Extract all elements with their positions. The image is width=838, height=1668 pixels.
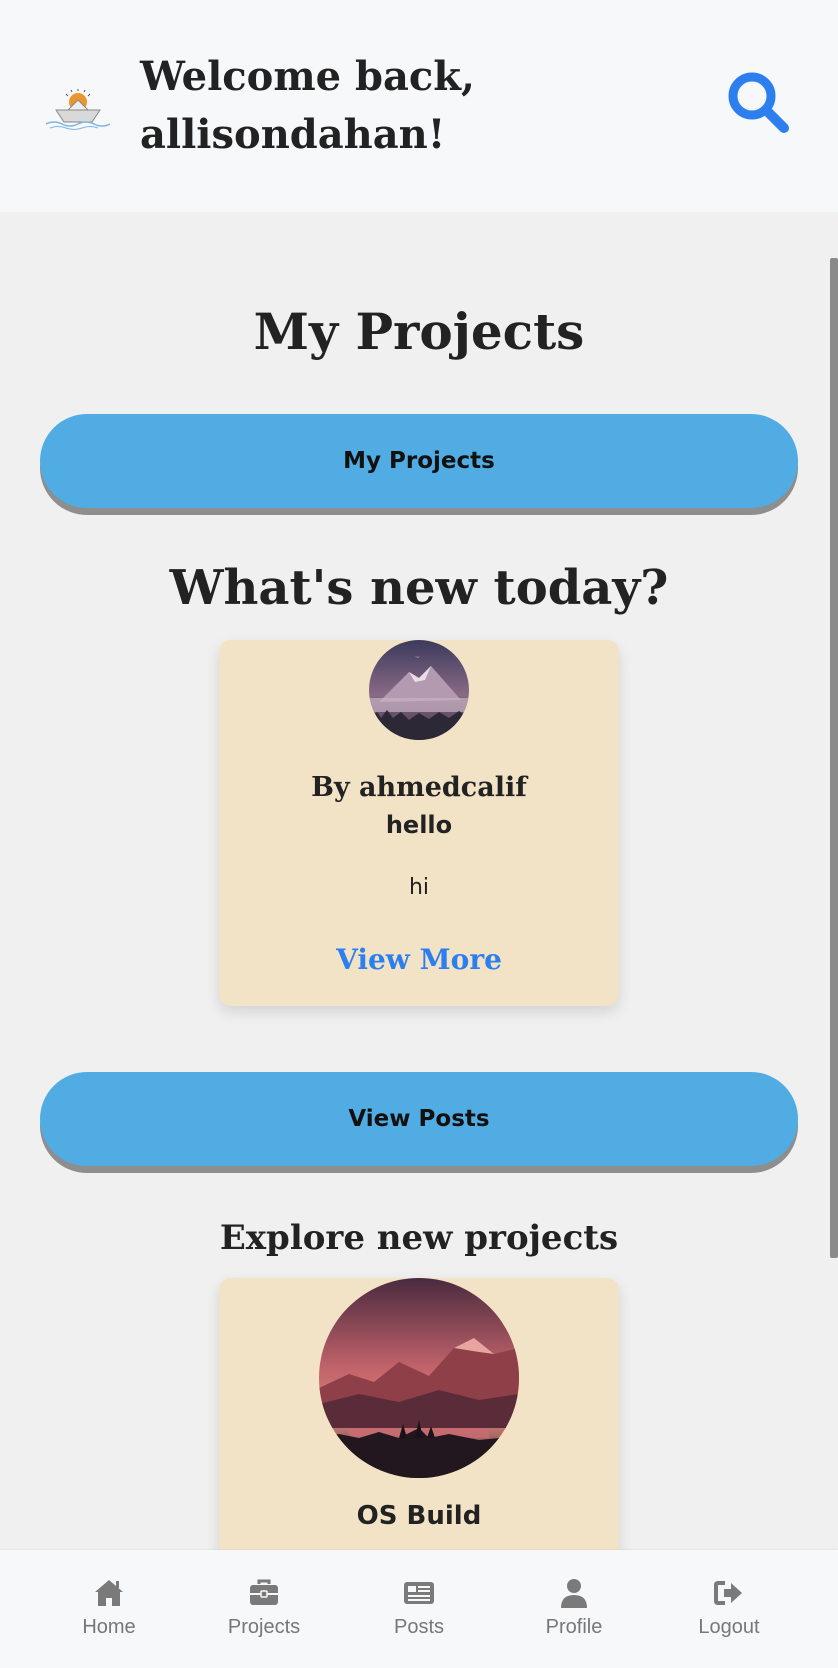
scrollbar-thumb[interactable]	[830, 258, 838, 1258]
app-page: Welcome back, allisondahan! My Projects …	[0, 0, 838, 1668]
post-author-avatar	[369, 640, 469, 740]
project-image	[319, 1278, 519, 1478]
nav-item-profile[interactable]: Profile	[504, 1550, 644, 1668]
explore-heading: Explore new projects	[219, 1218, 619, 1258]
nav-label-home: Home	[82, 1616, 136, 1638]
welcome-greeting: Welcome back,	[140, 53, 475, 100]
mountain-sunset-image-icon	[319, 1278, 519, 1478]
my-projects-button[interactable]: My Projects	[40, 414, 798, 508]
newspaper-icon	[404, 1582, 434, 1604]
nav-item-posts[interactable]: Posts	[349, 1550, 489, 1668]
nav-item-projects[interactable]: Projects	[194, 1550, 334, 1668]
nav-label-logout: Logout	[698, 1616, 760, 1638]
project-name: OS Build	[356, 1501, 482, 1531]
search-icon[interactable]	[722, 66, 794, 138]
paper-boat-logo-icon	[46, 89, 110, 130]
nav-label-posts: Posts	[393, 1616, 445, 1638]
post-title: hello	[385, 811, 453, 839]
nav-item-logout[interactable]: Logout	[659, 1550, 799, 1668]
top-header: Welcome back, allisondahan!	[0, 0, 838, 212]
view-more-link[interactable]: View More	[219, 940, 619, 980]
post-card: By ahmedcalif hello hi View More	[219, 640, 619, 1006]
welcome-username: allisondahan!	[140, 111, 446, 158]
bottom-nav: Home Projects Posts Profile Logout	[0, 1550, 838, 1668]
mountain-night-image-icon	[369, 640, 469, 740]
welcome-message: Welcome back, allisondahan!	[140, 48, 560, 164]
nav-item-home[interactable]: Home	[39, 1550, 179, 1668]
home-icon	[95, 1580, 123, 1606]
nav-label-projects: Projects	[227, 1616, 301, 1638]
logout-icon	[714, 1581, 742, 1605]
post-author: By ahmedcalif	[311, 772, 527, 803]
my-projects-heading: My Projects	[253, 302, 585, 361]
whats-new-heading: What's new today?	[169, 560, 669, 616]
briefcase-icon	[250, 1579, 278, 1605]
nav-label-profile: Profile	[545, 1616, 603, 1638]
user-icon	[561, 1579, 587, 1608]
view-posts-button[interactable]: View Posts	[40, 1072, 798, 1166]
post-body: hi	[408, 875, 430, 900]
